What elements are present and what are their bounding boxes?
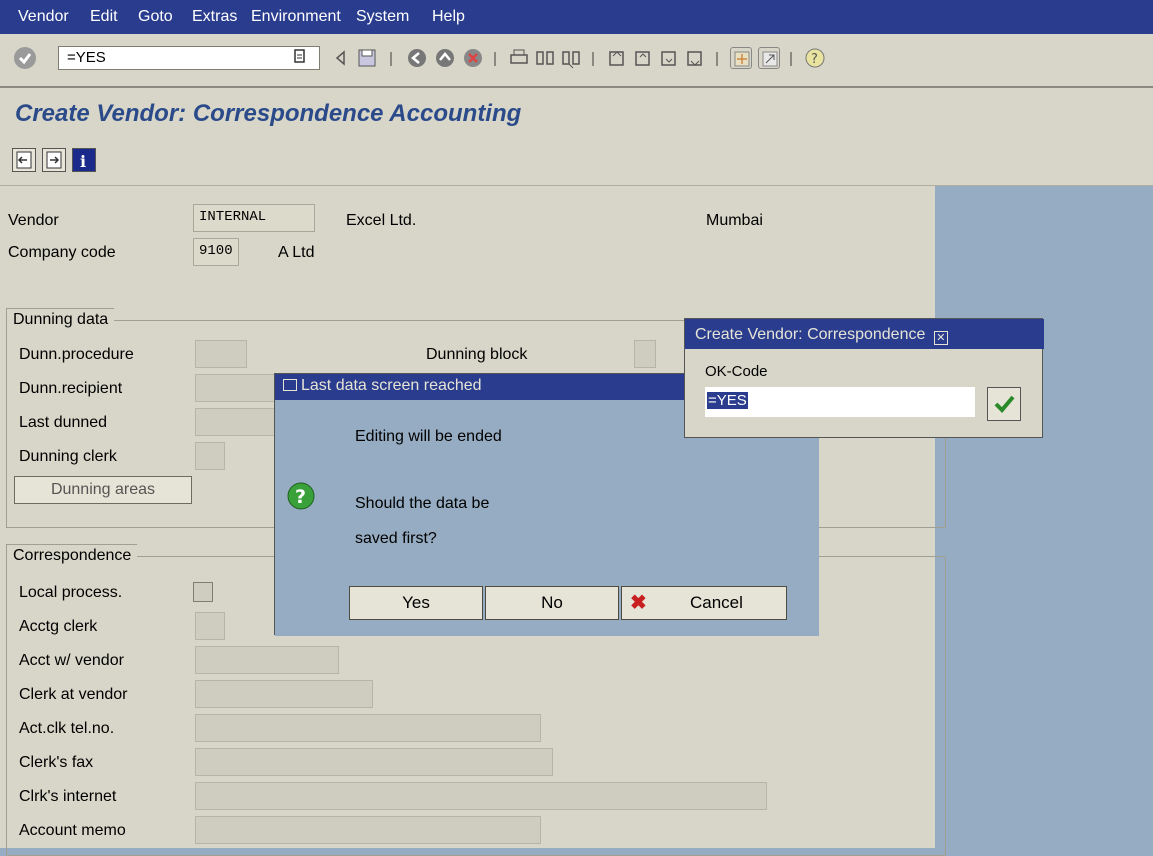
company-name: A Ltd bbox=[278, 244, 315, 261]
vendor-name: Excel Ltd. bbox=[346, 212, 417, 229]
acct-vendor-label: Acct w/ vendor bbox=[19, 652, 124, 669]
new-session-icon[interactable] bbox=[730, 47, 752, 69]
dunning-clerk-field[interactable] bbox=[195, 442, 225, 470]
dunn-recipient-label: Dunn.recipient bbox=[19, 380, 123, 397]
company-code-field[interactable]: 9100 bbox=[193, 238, 239, 266]
save-icon[interactable] bbox=[356, 47, 378, 69]
menu-system[interactable]: System bbox=[356, 8, 409, 26]
window-icon bbox=[283, 379, 297, 391]
info-icon[interactable]: i bbox=[72, 148, 96, 172]
memo-field[interactable] bbox=[195, 816, 541, 844]
standard-toolbar: =YES ? bbox=[0, 34, 1153, 88]
okcode-dialog: Create Vendor: Correspondence ✕ OK-Code … bbox=[684, 318, 1044, 438]
first-page-icon[interactable] bbox=[606, 47, 628, 69]
acctg-clerk-field[interactable] bbox=[195, 612, 225, 640]
no-button[interactable]: No bbox=[485, 586, 619, 620]
prev-screen-icon[interactable] bbox=[12, 148, 36, 172]
svg-text:i: i bbox=[80, 152, 86, 171]
question-icon: ? bbox=[287, 482, 315, 510]
page-title: Create Vendor: Correspondence Accounting bbox=[15, 100, 522, 127]
next-screen-icon[interactable] bbox=[42, 148, 66, 172]
dunn-recipient-field[interactable] bbox=[195, 374, 277, 402]
close-icon[interactable]: ✕ bbox=[933, 331, 948, 345]
okcode-dialog-title: Create Vendor: Correspondence bbox=[695, 326, 926, 343]
acct-vendor-field[interactable] bbox=[195, 646, 339, 674]
menu-help[interactable]: Help bbox=[432, 8, 465, 26]
okcode-input[interactable]: =YES bbox=[705, 387, 975, 417]
dialog-title: Last data screen reached bbox=[301, 377, 482, 394]
message-line-3: saved first? bbox=[355, 530, 437, 547]
exit-icon[interactable] bbox=[434, 47, 456, 69]
enter-icon[interactable] bbox=[14, 47, 36, 69]
vendor-city: Mumbai bbox=[706, 212, 763, 229]
dunning-areas-button[interactable]: Dunning areas bbox=[14, 476, 192, 504]
vendor-label: Vendor bbox=[8, 212, 59, 229]
prev-page-icon[interactable] bbox=[632, 47, 654, 69]
cancel-label: Cancel bbox=[690, 593, 743, 612]
dunning-clerk-label: Dunning clerk bbox=[19, 448, 117, 465]
local-process-checkbox[interactable] bbox=[193, 582, 213, 602]
menu-goto[interactable]: Goto bbox=[138, 8, 173, 26]
cancel-icon[interactable] bbox=[462, 47, 484, 69]
fax-label: Clerk's fax bbox=[19, 754, 94, 771]
menu-vendor[interactable]: Vendor bbox=[18, 8, 69, 26]
clerk-vendor-field[interactable] bbox=[195, 680, 373, 708]
company-code-label: Company code bbox=[8, 244, 116, 261]
collapse-icon[interactable] bbox=[330, 47, 352, 69]
cancel-x-icon: ✖ bbox=[630, 592, 647, 614]
last-page-icon[interactable] bbox=[684, 47, 706, 69]
menu-extras[interactable]: Extras bbox=[192, 8, 237, 26]
command-value: =YES bbox=[67, 49, 106, 66]
vendor-field[interactable]: INTERNAL bbox=[193, 204, 315, 232]
find-next-icon[interactable] bbox=[560, 47, 582, 69]
okcode-dialog-title-bar: Create Vendor: Correspondence ✕ bbox=[685, 319, 1044, 349]
tel-field[interactable] bbox=[195, 714, 541, 742]
internet-label: Clrk's internet bbox=[19, 788, 117, 805]
okcode-value: =YES bbox=[707, 392, 748, 409]
clerk-vendor-label: Clerk at vendor bbox=[19, 686, 128, 703]
next-page-icon[interactable] bbox=[658, 47, 680, 69]
menu-edit[interactable]: Edit bbox=[90, 8, 118, 26]
find-icon[interactable] bbox=[534, 47, 556, 69]
command-history-icon[interactable] bbox=[292, 46, 308, 68]
svg-text:?: ? bbox=[811, 52, 818, 67]
last-dunned-label: Last dunned bbox=[19, 414, 108, 431]
acctg-clerk-label: Acctg clerk bbox=[19, 618, 98, 635]
menu-bar: Vendor Edit Goto Extras Environment Syst… bbox=[0, 0, 1153, 34]
dunning-block-label: Dunning block bbox=[426, 346, 528, 363]
message-line-1: Editing will be ended bbox=[355, 428, 502, 445]
cancel-button[interactable]: ✖ Cancel bbox=[621, 586, 787, 620]
last-dunned-field[interactable] bbox=[195, 408, 277, 436]
yes-button[interactable]: Yes bbox=[349, 586, 483, 620]
okcode-label: OK-Code bbox=[705, 363, 768, 380]
ok-check-button[interactable] bbox=[987, 387, 1021, 421]
shortcut-icon[interactable] bbox=[758, 47, 780, 69]
dunning-block-field[interactable] bbox=[634, 340, 656, 368]
command-field[interactable]: =YES bbox=[58, 46, 320, 70]
help-icon[interactable]: ? bbox=[804, 47, 826, 69]
dunning-tab: Dunning data bbox=[6, 308, 115, 331]
local-process-label: Local process. bbox=[19, 584, 123, 601]
print-icon[interactable] bbox=[508, 47, 530, 69]
menu-environment[interactable]: Environment bbox=[251, 8, 341, 26]
internet-field[interactable] bbox=[195, 782, 767, 810]
svg-text:?: ? bbox=[295, 486, 306, 508]
message-line-2: Should the data be bbox=[355, 495, 490, 512]
tel-label: Act.clk tel.no. bbox=[19, 720, 115, 737]
correspondence-tab: Correspondence bbox=[6, 544, 138, 567]
dunn-procedure-field[interactable] bbox=[195, 340, 247, 368]
dunn-procedure-label: Dunn.procedure bbox=[19, 346, 134, 363]
fax-field[interactable] bbox=[195, 748, 553, 776]
title-bar: Create Vendor: Correspondence Accounting bbox=[0, 88, 1153, 136]
application-toolbar: i bbox=[0, 136, 1153, 186]
memo-label: Account memo bbox=[19, 822, 126, 839]
back-icon[interactable] bbox=[406, 47, 428, 69]
